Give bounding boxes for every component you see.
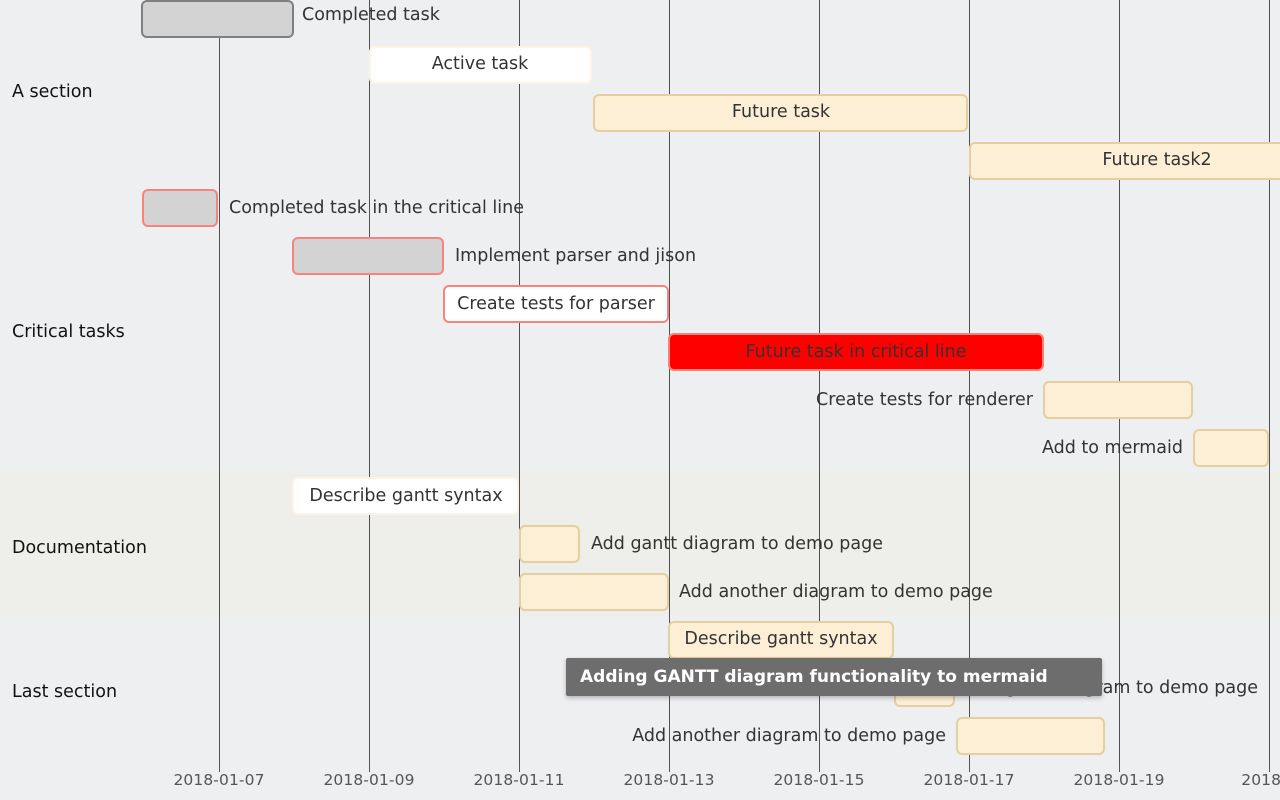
task-label: Active task xyxy=(431,54,529,74)
axis-label-5: 2018-01-17 xyxy=(923,771,1015,789)
axis-label-3: 2018-01-13 xyxy=(623,771,715,789)
task-label: Add to mermaid xyxy=(1041,438,1183,458)
task-bar[interactable] xyxy=(519,525,580,563)
task-label: Future task xyxy=(731,102,831,122)
section-title-0: A section xyxy=(12,82,93,102)
task-bar[interactable] xyxy=(142,189,218,227)
task-bar[interactable] xyxy=(519,573,669,611)
task-label: Describe gantt syntax xyxy=(684,629,878,649)
grid-line-2 xyxy=(519,0,520,762)
task-bar[interactable] xyxy=(1193,429,1269,467)
axis-label-6: 2018-01-19 xyxy=(1073,771,1165,789)
gantt-chart: Completed task Active task Future task Futu… xyxy=(0,0,1280,800)
time-axis: 2018-01-07 2018-01-09 2018-01-11 2018-01-13… xyxy=(0,762,1280,800)
axis-label-2: 2018-01-11 xyxy=(473,771,565,789)
section-band-1 xyxy=(0,184,1280,472)
grid-line-0 xyxy=(219,0,220,762)
task-label: Future task in critical line xyxy=(745,342,967,362)
axis-label-4: 2018-01-15 xyxy=(773,771,865,789)
grid-line-5 xyxy=(969,0,970,762)
task-bar[interactable] xyxy=(1043,381,1193,419)
grid-line-7 xyxy=(1269,0,1270,762)
task-label: Create tests for renderer xyxy=(816,390,1033,410)
axis-label-0: 2018-01-07 xyxy=(173,771,265,789)
task-label: Completed task in the critical line xyxy=(229,198,524,218)
axis-label-7: 2018-0 xyxy=(1241,771,1280,789)
task-label: Add another diagram to demo page xyxy=(632,726,946,746)
task-label: Implement parser and jison xyxy=(455,246,697,266)
task-bar[interactable] xyxy=(292,237,444,275)
section-title-1: Critical tasks xyxy=(12,322,125,342)
task-label: Create tests for parser xyxy=(457,294,655,314)
section-title-2: Documentation xyxy=(12,538,147,558)
grid-line-1 xyxy=(369,0,370,762)
task-label: Add gantt diagram to demo page xyxy=(591,534,884,554)
task-label: Future task2 xyxy=(1102,150,1212,170)
task-tooltip: Adding GANTT diagram functionality to me… xyxy=(566,658,1102,696)
task-bar[interactable] xyxy=(956,717,1105,755)
task-bar[interactable] xyxy=(141,0,294,38)
task-label: Describe gantt syntax xyxy=(309,486,503,506)
task-label: Add another diagram to demo page xyxy=(679,582,993,602)
axis-label-1: 2018-01-09 xyxy=(323,771,415,789)
task-label: Completed task xyxy=(302,5,440,25)
section-title-3: Last section xyxy=(12,682,118,702)
